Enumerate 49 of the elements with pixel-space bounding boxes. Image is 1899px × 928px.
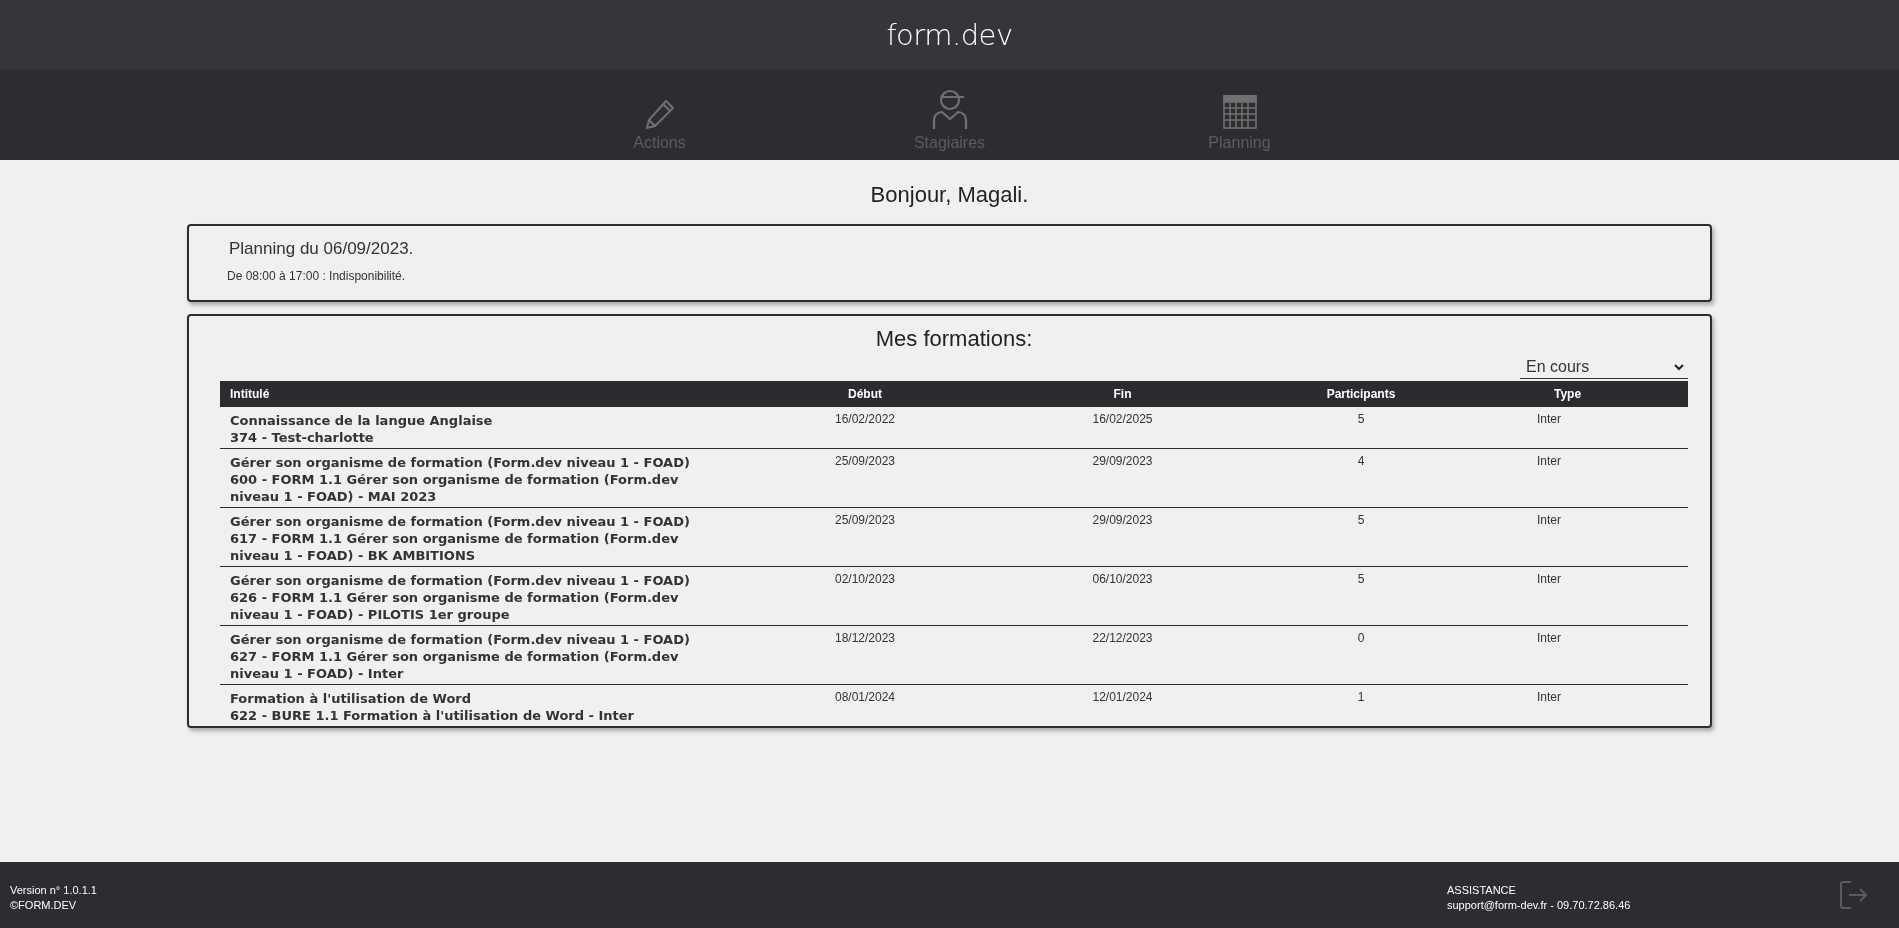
table-cell: 25/09/2023 (760, 507, 970, 567)
training-cell[interactable]: Gérer son organisme de formation (Form.dev niveau 1 - FOAD) 600 - FORM 1.1 Gérer son organisme de formation (Form.dev niveau 1 - FOAD) - MAI 2023 (220, 448, 760, 508)
assistance-contact: support@form-dev.fr - 09.70.72.86.46 (1447, 898, 1632, 913)
copyright-text: ©FORM.DEV (10, 898, 78, 913)
table-cell: 1 (1275, 684, 1447, 726)
table-cell: 25/09/2023 (760, 448, 970, 508)
table-cell: 08/01/2024 (760, 684, 970, 726)
table-cell: 5 (1275, 407, 1447, 449)
column-header: Participants (1275, 381, 1447, 407)
training-cell[interactable]: Gérer son organisme de formation (Form.dev niveau 1 - FOAD) 627 - FORM 1.1 Gérer son organisme de formation (Form.dev niveau 1 - FOAD) - Inter (220, 625, 760, 685)
table-cell: Inter (1447, 407, 1688, 449)
chevron-down-icon (1674, 363, 1684, 371)
pencil-icon (643, 98, 676, 130)
greeting-heading: Bonjour, Magali. (869, 182, 1030, 208)
table-cell: Inter (1447, 684, 1688, 726)
planning-entry: De 08:00 à 17:00 : Indisponibilité. (227, 269, 407, 283)
column-header: Fin (970, 381, 1275, 407)
table-cell: 02/10/2023 (760, 566, 970, 626)
table-cell: 12/01/2024 (970, 684, 1275, 726)
table-cell: 29/09/2023 (970, 448, 1275, 508)
table-cell: 5 (1275, 507, 1447, 567)
table-cell: Inter (1447, 448, 1688, 508)
table-cell: Inter (1447, 507, 1688, 567)
column-header: Type (1447, 381, 1688, 407)
table-cell: 16/02/2025 (970, 407, 1275, 449)
version-text: Version n° 1.0.1.1 (10, 883, 98, 898)
table-cell: 16/02/2022 (760, 407, 970, 449)
assistance-title: ASSISTANCE (1447, 883, 1517, 898)
calendar-icon (1221, 94, 1258, 130)
planning-title: Planning du 06/09/2023. (229, 239, 415, 259)
table-cell: 0 (1275, 625, 1447, 685)
training-cell[interactable]: Gérer son organisme de formation (Form.dev niveau 1 - FOAD) 617 - FORM 1.1 Gérer son organisme de formation (Form.dev niveau 1 - FOAD) - BK AMBITIONS (220, 507, 760, 567)
table-cell: 4 (1275, 448, 1447, 508)
table-cell: 5 (1275, 566, 1447, 626)
table-cell: 22/12/2023 (970, 625, 1275, 685)
table-cell: Inter (1447, 625, 1688, 685)
training-cell[interactable]: Formation à l'utilisation de Word 622 - BURE 1.1 Formation à l'utilisation de Word - Inter (220, 684, 760, 726)
table-cell: 18/12/2023 (760, 625, 970, 685)
table-cell: 29/09/2023 (970, 507, 1275, 567)
table-cell: 06/10/2023 (970, 566, 1275, 626)
logout-icon[interactable] (1839, 880, 1869, 910)
column-header: Intitulé (220, 381, 760, 407)
logo[interactable]: form.dev (886, 17, 1013, 52)
training-cell[interactable]: Gérer son organisme de formation (Form.dev niveau 1 - FOAD) 626 - FORM 1.1 Gérer son organisme de formation (Form.dev niveau 1 - FOAD) - PILOTIS 1er groupe (220, 566, 760, 626)
status-dropdown[interactable]: En cours (1520, 356, 1688, 379)
formations-title: Mes formations: (874, 326, 1034, 352)
training-cell[interactable]: Connaissance de la langue Anglaise 374 - Test-charlotte (220, 407, 760, 449)
column-header: Début (760, 381, 970, 407)
table-cell: Inter (1447, 566, 1688, 626)
